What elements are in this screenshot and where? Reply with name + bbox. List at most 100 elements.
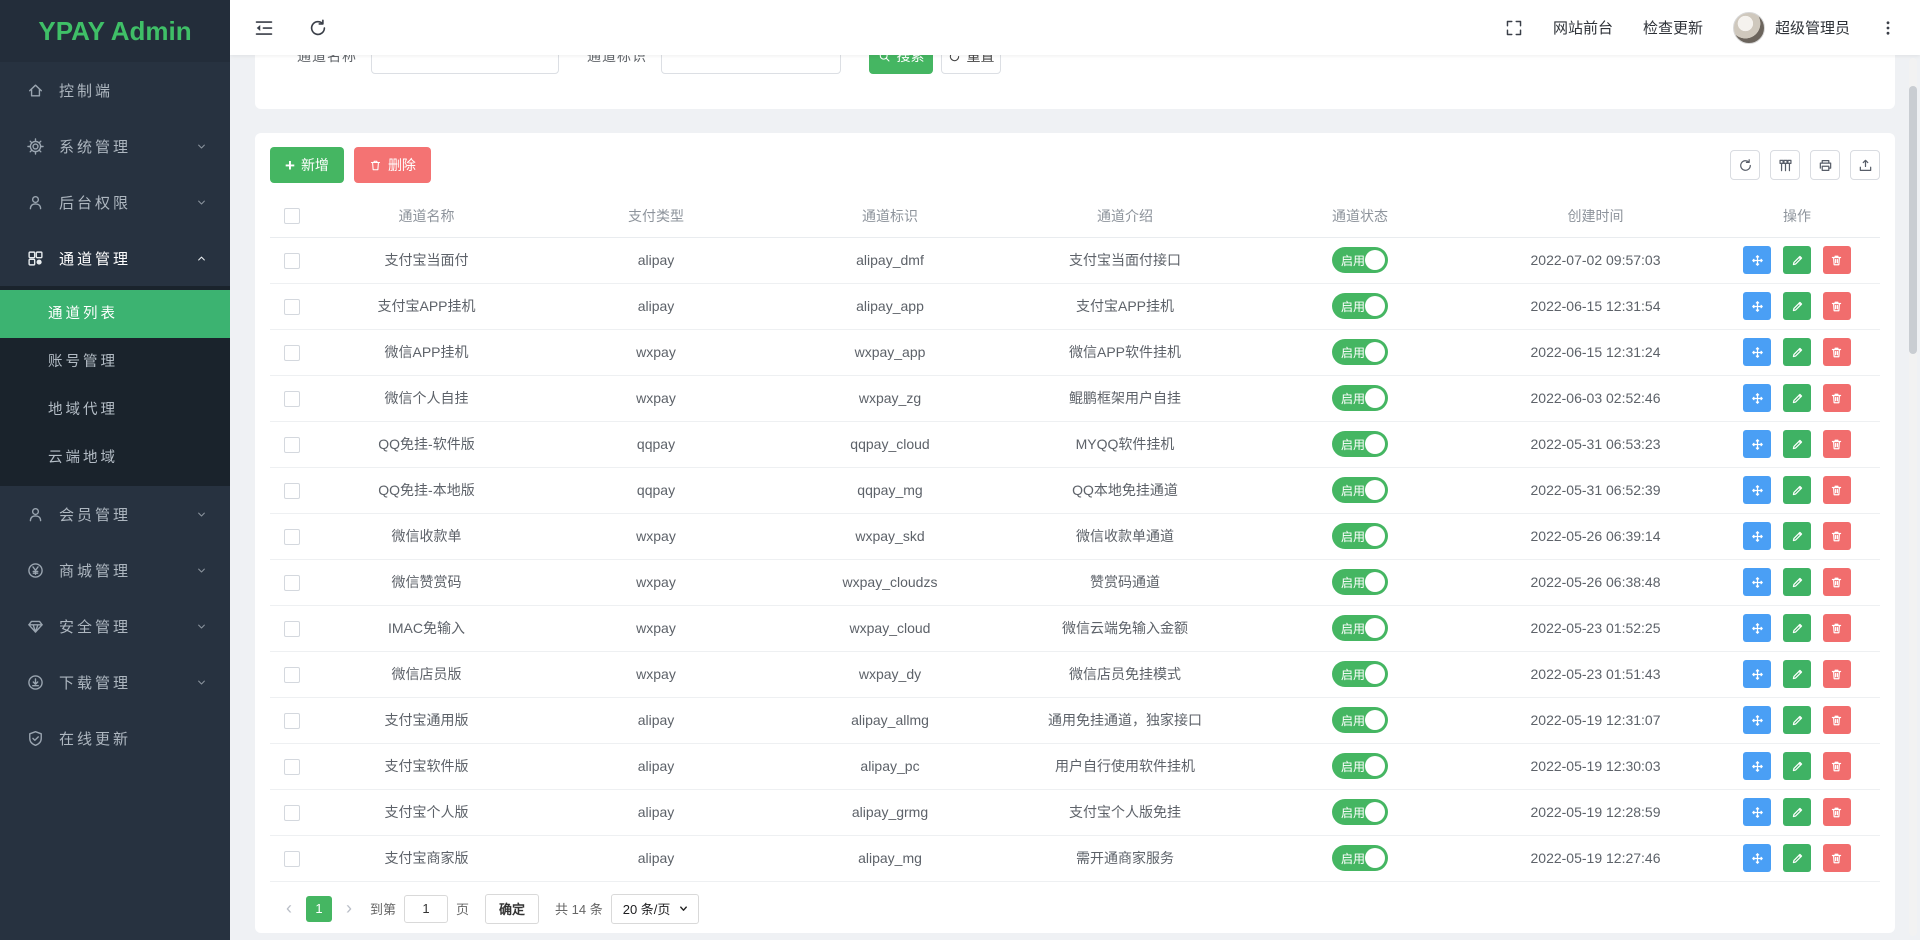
collapse-sidebar-icon[interactable]: [254, 18, 274, 38]
edit-row-button[interactable]: [1783, 568, 1811, 596]
prev-page-button[interactable]: ‹: [276, 896, 302, 922]
sidebar-item-security[interactable]: 安全管理: [0, 598, 230, 654]
move-row-button[interactable]: [1743, 706, 1771, 734]
table-print-button[interactable]: [1810, 150, 1840, 180]
sidebar-item-download[interactable]: 下载管理: [0, 654, 230, 710]
move-row-button[interactable]: [1743, 568, 1771, 596]
edit-row-button[interactable]: [1783, 246, 1811, 274]
sidebar-subitem-account[interactable]: 账号管理: [0, 338, 230, 386]
sidebar-item-mall[interactable]: 商城管理: [0, 542, 230, 598]
delete-row-button[interactable]: [1823, 476, 1851, 504]
select-all-checkbox[interactable]: [284, 208, 300, 224]
delete-row-button[interactable]: [1823, 522, 1851, 550]
row-checkbox[interactable]: [284, 713, 300, 729]
sidebar-item-console[interactable]: 控制端: [0, 62, 230, 118]
move-row-button[interactable]: [1743, 798, 1771, 826]
move-row-button[interactable]: [1743, 614, 1771, 642]
jump-confirm-button[interactable]: 确定: [485, 894, 539, 924]
move-row-button[interactable]: [1743, 844, 1771, 872]
delete-row-button[interactable]: [1823, 292, 1851, 320]
move-row-button[interactable]: [1743, 338, 1771, 366]
frontend-link[interactable]: 网站前台: [1553, 17, 1613, 38]
vertical-scrollbar[interactable]: [1909, 58, 1917, 936]
status-toggle[interactable]: 启用: [1332, 753, 1388, 779]
edit-row-button[interactable]: [1783, 660, 1811, 688]
delete-row-button[interactable]: [1823, 384, 1851, 412]
delete-row-button[interactable]: [1823, 430, 1851, 458]
sidebar-item-system[interactable]: 系统管理: [0, 118, 230, 174]
status-toggle[interactable]: 启用: [1332, 523, 1388, 549]
check-update-link[interactable]: 检查更新: [1643, 17, 1703, 38]
edit-row-button[interactable]: [1783, 706, 1811, 734]
channel-code-input[interactable]: [661, 55, 841, 74]
move-row-button[interactable]: [1743, 660, 1771, 688]
delete-row-button[interactable]: [1823, 752, 1851, 780]
edit-row-button[interactable]: [1783, 522, 1811, 550]
delete-row-button[interactable]: [1823, 798, 1851, 826]
delete-row-button[interactable]: [1823, 844, 1851, 872]
table-refresh-button[interactable]: [1730, 150, 1760, 180]
row-checkbox[interactable]: [284, 483, 300, 499]
move-row-button[interactable]: [1743, 752, 1771, 780]
row-checkbox[interactable]: [284, 391, 300, 407]
channel-name-input[interactable]: [371, 55, 559, 74]
edit-row-button[interactable]: [1783, 384, 1811, 412]
row-checkbox[interactable]: [284, 529, 300, 545]
status-toggle[interactable]: 启用: [1332, 799, 1388, 825]
edit-row-button[interactable]: [1783, 798, 1811, 826]
sidebar-subitem-cloud-region[interactable]: 云端地域: [0, 434, 230, 482]
status-toggle[interactable]: 启用: [1332, 431, 1388, 457]
scrollbar-thumb[interactable]: [1909, 86, 1917, 354]
status-toggle[interactable]: 启用: [1332, 661, 1388, 687]
move-row-button[interactable]: [1743, 292, 1771, 320]
edit-row-button[interactable]: [1783, 430, 1811, 458]
delete-row-button[interactable]: [1823, 614, 1851, 642]
add-button[interactable]: + 新增: [270, 147, 344, 183]
row-checkbox[interactable]: [284, 851, 300, 867]
fullscreen-icon[interactable]: [1505, 19, 1523, 37]
row-checkbox[interactable]: [284, 621, 300, 637]
search-button[interactable]: 搜索: [869, 55, 933, 74]
status-toggle[interactable]: 启用: [1332, 293, 1388, 319]
edit-row-button[interactable]: [1783, 338, 1811, 366]
move-row-button[interactable]: [1743, 384, 1771, 412]
row-checkbox[interactable]: [284, 437, 300, 453]
delete-row-button[interactable]: [1823, 246, 1851, 274]
delete-row-button[interactable]: [1823, 660, 1851, 688]
status-toggle[interactable]: 启用: [1332, 569, 1388, 595]
move-row-button[interactable]: [1743, 430, 1771, 458]
delete-row-button[interactable]: [1823, 568, 1851, 596]
edit-row-button[interactable]: [1783, 292, 1811, 320]
delete-button[interactable]: 删除: [354, 147, 431, 183]
row-checkbox[interactable]: [284, 253, 300, 269]
row-checkbox[interactable]: [284, 575, 300, 591]
move-row-button[interactable]: [1743, 522, 1771, 550]
more-menu-icon[interactable]: [1880, 20, 1896, 36]
edit-row-button[interactable]: [1783, 752, 1811, 780]
delete-row-button[interactable]: [1823, 338, 1851, 366]
next-page-button[interactable]: ›: [336, 896, 362, 922]
status-toggle[interactable]: 启用: [1332, 707, 1388, 733]
table-export-button[interactable]: [1850, 150, 1880, 180]
status-toggle[interactable]: 启用: [1332, 477, 1388, 503]
status-toggle[interactable]: 启用: [1332, 385, 1388, 411]
reset-button[interactable]: 重置: [941, 55, 1001, 74]
status-toggle[interactable]: 启用: [1332, 247, 1388, 273]
sidebar-item-member[interactable]: 会员管理: [0, 486, 230, 542]
refresh-page-icon[interactable]: [308, 18, 328, 38]
row-checkbox[interactable]: [284, 299, 300, 315]
move-row-button[interactable]: [1743, 246, 1771, 274]
sidebar-item-auth[interactable]: 后台权限: [0, 174, 230, 230]
user-menu[interactable]: 超级管理员: [1733, 12, 1850, 44]
page-size-select[interactable]: 20 条/页: [611, 894, 700, 924]
row-checkbox[interactable]: [284, 345, 300, 361]
edit-row-button[interactable]: [1783, 476, 1811, 504]
delete-row-button[interactable]: [1823, 706, 1851, 734]
status-toggle[interactable]: 启用: [1332, 339, 1388, 365]
status-toggle[interactable]: 启用: [1332, 845, 1388, 871]
sidebar-subitem-region-agent[interactable]: 地域代理: [0, 386, 230, 434]
row-checkbox[interactable]: [284, 759, 300, 775]
edit-row-button[interactable]: [1783, 844, 1811, 872]
table-columns-button[interactable]: [1770, 150, 1800, 180]
row-checkbox[interactable]: [284, 805, 300, 821]
